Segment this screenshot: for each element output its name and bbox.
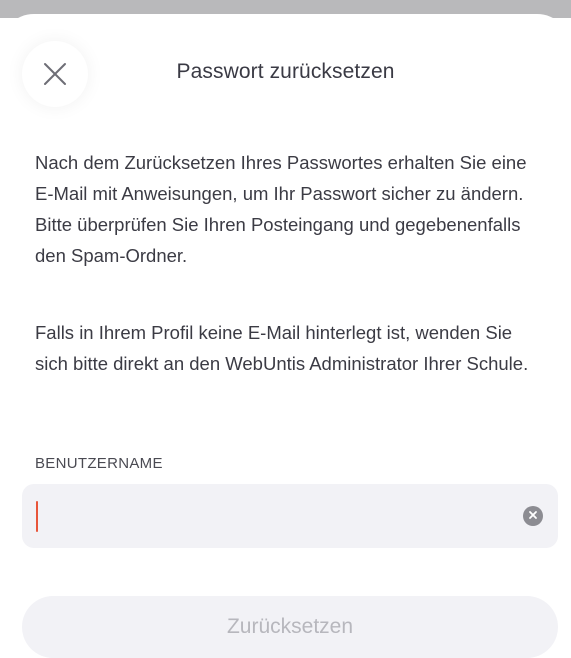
clear-circle-icon: [528, 507, 538, 525]
close-button[interactable]: [22, 41, 88, 107]
instructions-paragraph: Nach dem Zurücksetzen Ihres Passwortes e…: [35, 152, 527, 266]
screen: Passwort zurücksetzen Nach dem Zurückset…: [0, 0, 571, 658]
reset-password-sheet: Passwort zurücksetzen Nach dem Zurückset…: [0, 14, 571, 658]
close-icon: [41, 60, 69, 88]
username-field-container: [22, 484, 558, 548]
reset-submit-button[interactable]: Zurücksetzen: [22, 596, 558, 658]
text-caret: [36, 501, 38, 532]
clear-input-button[interactable]: [523, 506, 543, 526]
admin-contact-paragraph: Falls in Ihrem Profil keine E-Mail hinte…: [35, 322, 529, 374]
username-label: BENUTZERNAME: [35, 455, 163, 472]
username-input[interactable]: [22, 484, 558, 548]
dialog-title: Passwort zurücksetzen: [176, 60, 395, 83]
